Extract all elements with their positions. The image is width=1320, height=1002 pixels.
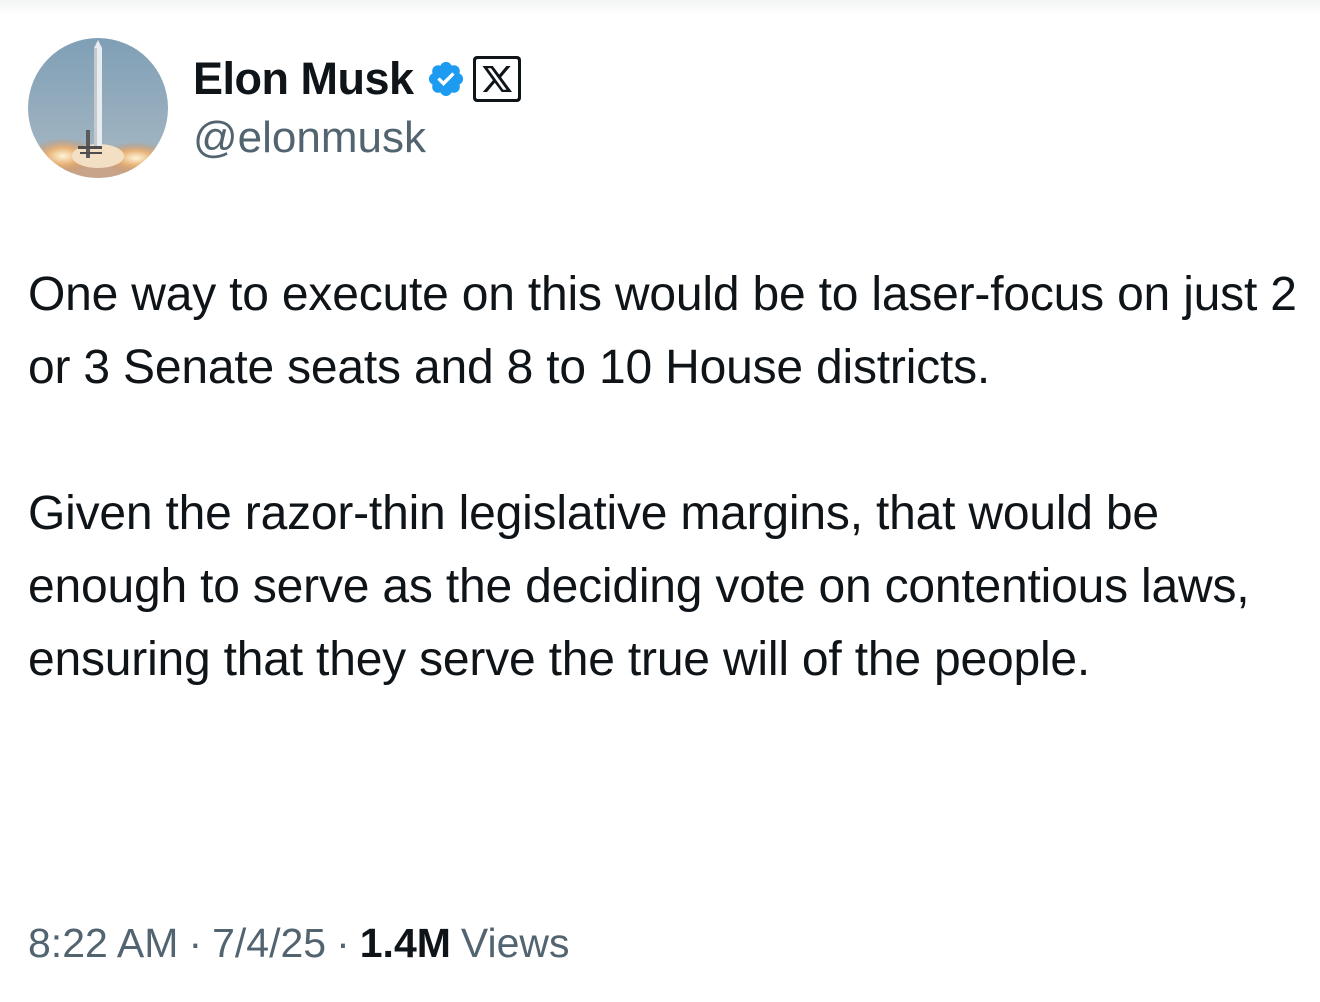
tweet-paragraph: One way to execute on this would be to l…: [28, 268, 1297, 394]
views-label: Views: [460, 920, 570, 966]
tweet-paragraph: Given the razor-thin legislative margins…: [28, 487, 1250, 686]
meta-separator: ·: [188, 920, 203, 966]
meta-separator: ·: [336, 920, 350, 966]
x-logo-icon[interactable]: [472, 55, 522, 103]
tweet-metadata: 8:22 AM · 7/4/25 · 1.4M Views: [28, 920, 570, 967]
tweet-text: One way to execute on this would be to l…: [28, 258, 1298, 696]
top-divider: [0, 0, 1320, 14]
author-display-name[interactable]: Elon Musk: [193, 53, 414, 105]
author-name-row: Elon Musk: [193, 52, 522, 106]
author-handle[interactable]: @elonmusk: [193, 113, 426, 163]
rocket-launch-photo: [28, 38, 168, 178]
views-count[interactable]: 1.4M: [360, 920, 451, 967]
avatar[interactable]: [28, 38, 168, 178]
verified-badge-icon[interactable]: [426, 59, 466, 99]
tweet-time[interactable]: 8:22 AM: [28, 920, 178, 967]
tweet-date[interactable]: 7/4/25: [212, 920, 326, 967]
